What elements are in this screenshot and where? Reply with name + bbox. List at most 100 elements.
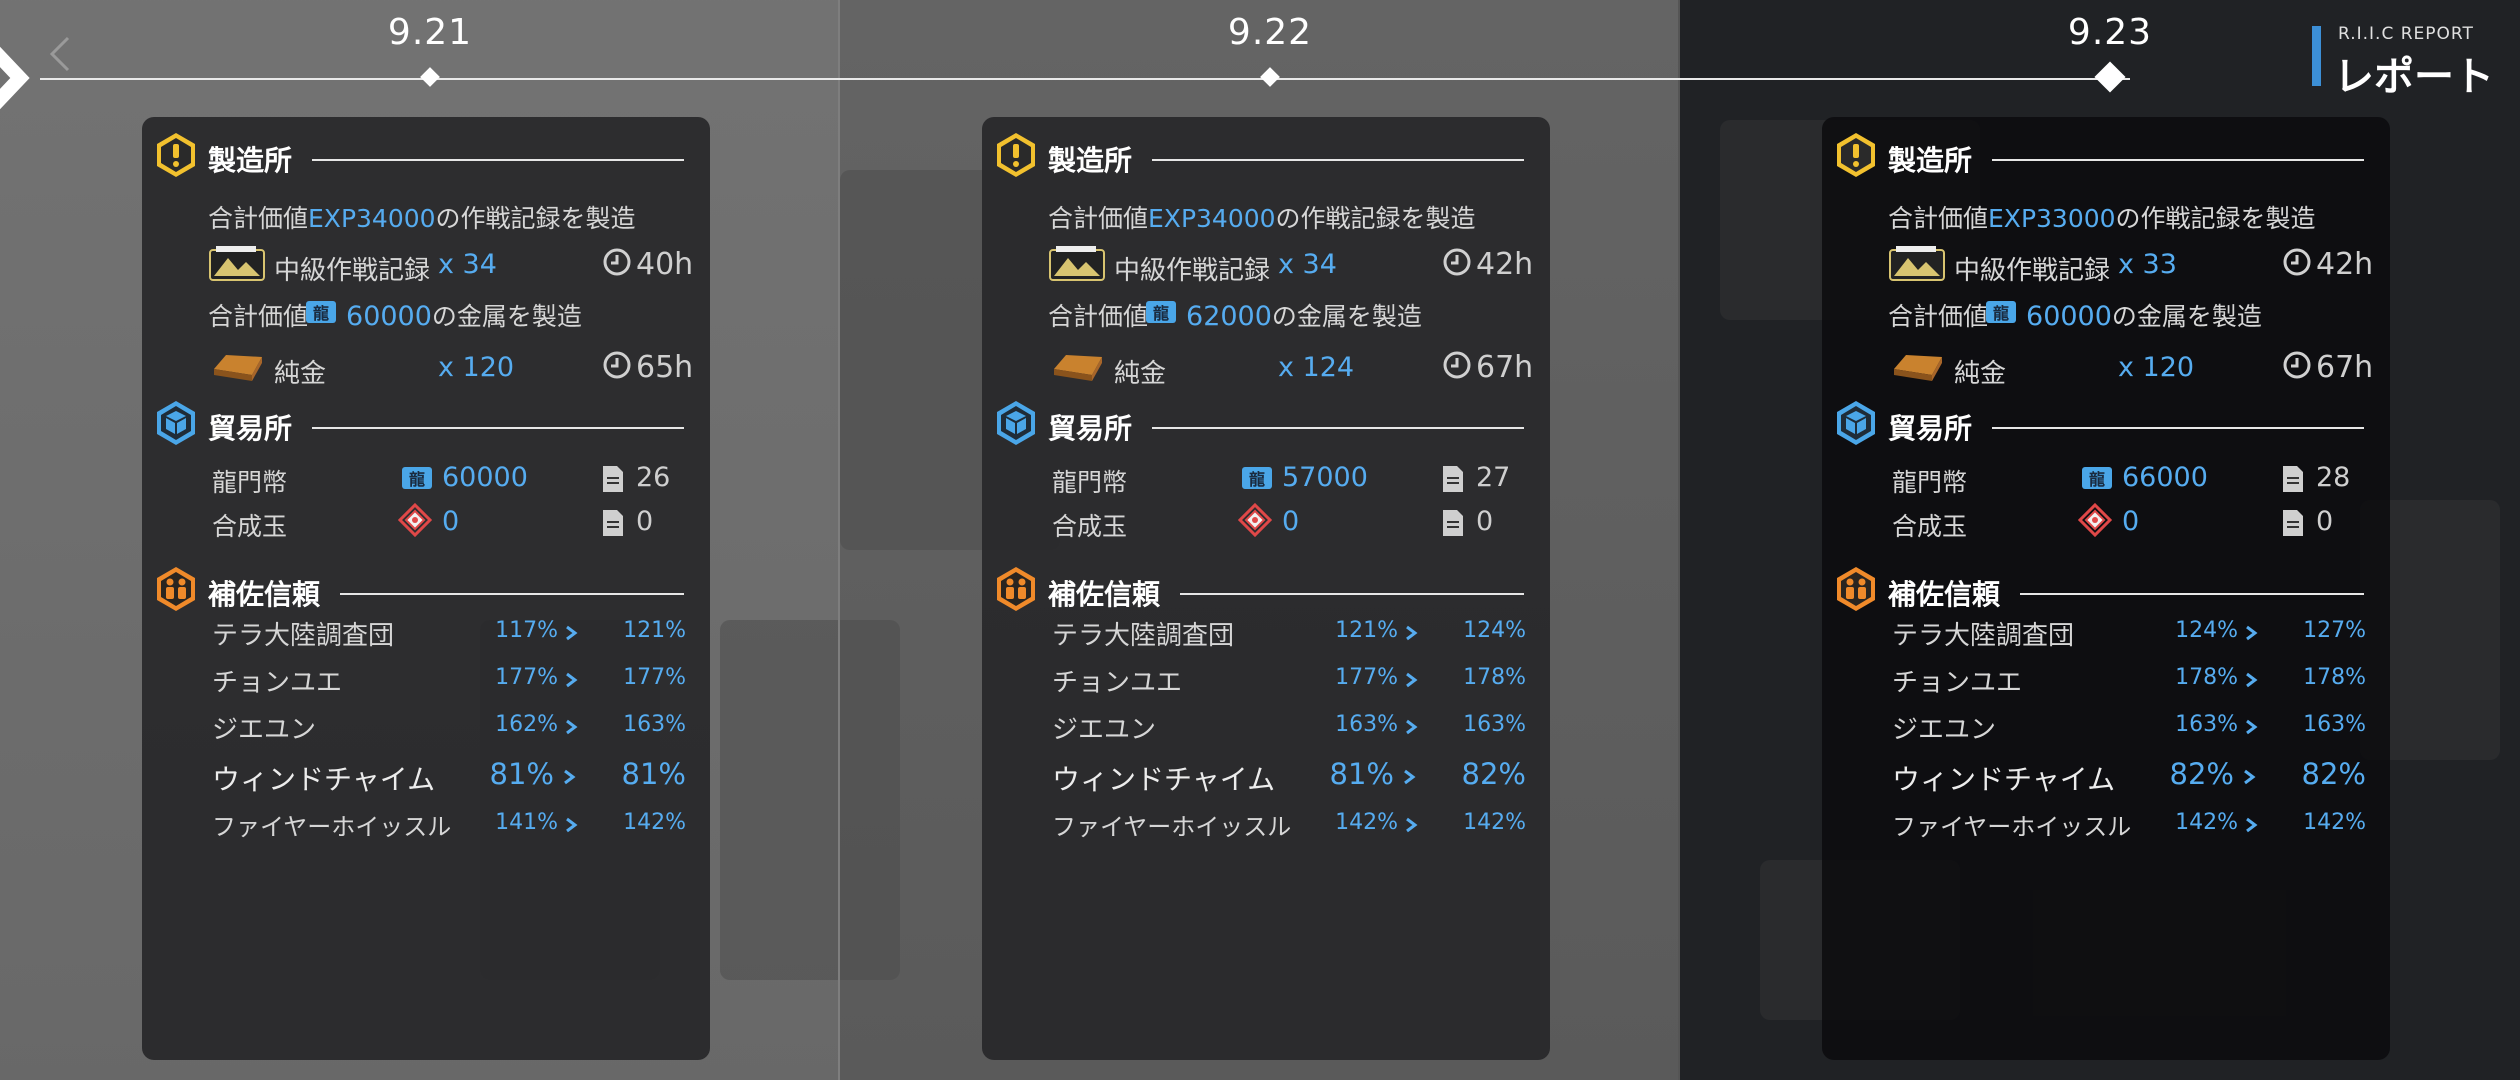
battle-record-icon — [1049, 246, 1105, 281]
trust-icon — [997, 567, 1035, 611]
lmd-icon: 龍 — [1242, 467, 1272, 489]
trust-icon — [157, 567, 195, 611]
arrow-right-icon — [1406, 719, 1418, 735]
gold-name: 純金 — [274, 359, 327, 389]
operator-name: ウィンドチャイム — [1892, 763, 2116, 796]
orundum-icon — [2078, 503, 2112, 537]
arrow-right-icon — [1406, 672, 1418, 688]
trust-to-value: 127% — [2303, 618, 2366, 643]
lmd-icon: 龍 — [2082, 467, 2112, 489]
factory-title: 製造所 — [208, 144, 293, 177]
arrow-right-icon — [1404, 769, 1416, 785]
lmd-icon: 龍 — [306, 301, 336, 323]
lmd-label: 龍門幣 — [212, 468, 288, 497]
operator-name: チョンユエ — [1892, 668, 2023, 698]
exp-summary: 合計価値EXP34000の作戦記録を製造 — [1048, 204, 1476, 233]
trust-to-value: 81% — [621, 757, 686, 791]
record-name: 中級作戦記録 — [274, 256, 431, 286]
trust-from-value: 141% — [495, 810, 558, 835]
section-divider — [312, 427, 684, 429]
factory-title: 製造所 — [1048, 144, 1133, 177]
arrow-right-icon — [2246, 625, 2258, 641]
record-time: 40h — [636, 247, 694, 282]
trust-to-value: 82% — [1461, 757, 1526, 791]
arrow-right-icon — [566, 672, 578, 688]
date-label: 9.22 — [1227, 12, 1313, 53]
section-divider — [1152, 159, 1524, 161]
trade-icon — [997, 401, 1035, 445]
section-divider — [340, 593, 684, 595]
lmd-label: 龍門幣 — [1892, 468, 1968, 497]
operator-name: ファイヤーホイッスル — [1892, 813, 2132, 841]
trust-to-value: 178% — [1463, 665, 1526, 690]
lmd-icon: 龍 — [1986, 301, 2016, 323]
orundum-label: 合成玉 — [1052, 512, 1128, 541]
exp-summary: 合計価値EXP34000の作戦記録を製造 — [208, 204, 636, 233]
orundum-icon — [398, 503, 432, 537]
order-document-icon — [1443, 466, 1463, 492]
svg-text:龍: 龍 — [2089, 470, 2105, 489]
trust-from-value: 177% — [495, 665, 558, 690]
lmd-orders: 26 — [636, 462, 671, 493]
svg-text:龍: 龍 — [313, 304, 329, 323]
orundum-orders: 0 — [1476, 506, 1494, 537]
trust-to-value: 124% — [1463, 618, 1526, 643]
pure-gold-icon — [214, 355, 262, 381]
trust-from-value: 81% — [489, 757, 554, 791]
trust-from-value: 124% — [2175, 618, 2238, 643]
clock-icon — [603, 248, 631, 276]
trust-from-value: 163% — [2175, 712, 2238, 737]
clock-icon — [2283, 351, 2311, 379]
trust-from-value: 81% — [1329, 757, 1394, 791]
orundum-value: 0 — [442, 506, 460, 537]
trust-title: 補佐信頼 — [1048, 578, 1161, 611]
lmd-orders: 27 — [1476, 462, 1511, 493]
order-document-icon — [1443, 510, 1463, 536]
back-arrow-icon[interactable] — [46, 34, 72, 74]
trust-from-value: 142% — [2175, 810, 2238, 835]
chevron-left-icon[interactable] — [0, 18, 32, 138]
arrow-right-icon — [2246, 719, 2258, 735]
record-count: x 34 — [438, 249, 497, 280]
operator-name: ウィンドチャイム — [1052, 763, 1276, 796]
trust-from-value: 163% — [1335, 712, 1398, 737]
factory-icon — [997, 133, 1035, 177]
trust-to-value: 178% — [2303, 665, 2366, 690]
day-report-panel: 製造所 合計価値EXP34000の作戦記録を製造 中級作戦記録 x 34 40h… — [142, 117, 710, 1060]
exp-summary: 合計価値EXP33000の作戦記録を製造 — [1888, 204, 2316, 233]
day-report-panel: 製造所 合計価値EXP34000の作戦記録を製造 中級作戦記録 x 34 42h… — [982, 117, 1550, 1060]
section-divider — [312, 159, 684, 161]
arrow-right-icon — [566, 625, 578, 641]
trust-to-value: 142% — [623, 810, 686, 835]
operator-name: ジエユン — [212, 715, 317, 745]
arrow-right-icon — [2246, 817, 2258, 833]
trust-to-value: 163% — [1463, 712, 1526, 737]
clock-icon — [1443, 248, 1471, 276]
svg-text:龍: 龍 — [1249, 470, 1265, 489]
trust-from-value: 117% — [495, 618, 558, 643]
column-divider — [838, 0, 840, 1080]
lmd-label: 龍門幣 — [1052, 468, 1128, 497]
arrow-right-icon — [1406, 625, 1418, 641]
order-document-icon — [2283, 510, 2303, 536]
battle-record-icon — [1889, 246, 1945, 281]
lmd-icon: 龍 — [1146, 301, 1176, 323]
metal-summary: 合計価値 62000の金属を製造 — [1048, 301, 1422, 332]
trust-title: 補佐信頼 — [208, 578, 321, 611]
operator-name: ジエユン — [1892, 715, 1997, 745]
report-title: レポート — [2334, 54, 2494, 100]
record-name: 中級作戦記録 — [1114, 256, 1271, 286]
operator-name: テラ大陸調査団 — [1052, 621, 1235, 651]
trust-to-value: 121% — [623, 618, 686, 643]
operator-name: ウィンドチャイム — [212, 763, 436, 796]
record-name: 中級作戦記録 — [1954, 256, 2111, 286]
report-subtitle: R.I.I.C REPORT — [2338, 24, 2474, 44]
trade-title: 貿易所 — [1048, 412, 1133, 445]
factory-title: 製造所 — [1888, 144, 1973, 177]
timeline-line — [40, 78, 2130, 80]
orundum-value: 0 — [2122, 506, 2140, 537]
section-divider — [1992, 427, 2364, 429]
operator-name: ファイヤーホイッスル — [212, 813, 452, 841]
trust-from-value: 177% — [1335, 665, 1398, 690]
arrow-right-icon — [564, 769, 576, 785]
